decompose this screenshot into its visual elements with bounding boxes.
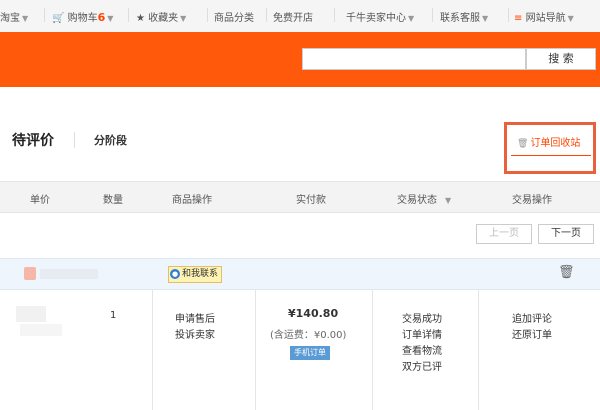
divider	[207, 8, 208, 22]
apply-after-sale-link[interactable]: 申请售后	[175, 310, 215, 325]
seller-center-label: 千牛卖家中心	[346, 13, 406, 24]
column-header-product-action: 商品操作	[172, 195, 212, 206]
cart-count: 6	[97, 11, 106, 24]
contact-label: 和我联系	[182, 269, 219, 279]
restore-order-link[interactable]: 还原订单	[512, 326, 552, 341]
favorites-label: 收藏夹	[148, 13, 179, 24]
column-header-status[interactable]: 交易状态 ▼	[397, 191, 451, 206]
cart-label: 购物车	[67, 13, 98, 24]
column-header-unit-price: 单价	[30, 195, 50, 206]
view-logistics-link[interactable]: 查看物流	[402, 342, 442, 357]
divider	[432, 8, 433, 22]
search-button[interactable]: 搜 索	[526, 48, 596, 70]
taobao-label: 淘宝	[0, 13, 20, 24]
order-freight: (含运费：¥0.00)	[270, 330, 347, 341]
menu-icon: ≡	[514, 13, 523, 24]
customer-service-label: 联系客服	[440, 13, 480, 24]
chevron-down-icon: ▼	[567, 14, 574, 23]
divider	[478, 289, 479, 410]
recycle-bin-label: 订单回收站	[530, 138, 581, 149]
tab-pending-review[interactable]: 待评价	[12, 130, 54, 150]
divider	[152, 289, 153, 410]
top-navigation-bar: 淘宝 ▼ 🛒 购物车6 ▼ ★ 收藏夹 ▼ 商品分类 免费开店 千牛卖家中心 ▼ 联系客…	[0, 0, 600, 33]
review-status-text: 双方已评	[402, 362, 442, 373]
chevron-down-icon: ▼	[22, 14, 29, 23]
star-icon: ★	[136, 13, 145, 24]
taobao-link[interactable]: 淘宝 ▼	[0, 9, 28, 24]
divider	[372, 289, 373, 410]
recycle-bin-underline	[511, 155, 591, 156]
unit-price-blurred	[20, 324, 62, 336]
chevron-down-icon: ▼	[408, 14, 415, 23]
delete-order-trash-icon[interactable]: 🗑	[558, 265, 575, 280]
chevron-down-icon: ▼	[445, 196, 452, 205]
tab-staged[interactable]: 分阶段	[94, 132, 127, 148]
chevron-down-icon: ▼	[180, 14, 187, 23]
status-label: 交易状态	[397, 195, 437, 206]
divider	[255, 289, 256, 410]
recycle-bin-link[interactable]: 🗑 订单回收站	[517, 134, 580, 149]
trash-icon: 🗑	[517, 139, 529, 149]
prev-page-button[interactable]: 上一页	[476, 224, 532, 244]
divider	[266, 8, 267, 22]
divider	[334, 8, 335, 22]
order-quantity: 1	[110, 310, 117, 321]
customer-service-link[interactable]: 联系客服 ▼	[440, 9, 488, 24]
next-page-button[interactable]: 下一页	[538, 224, 594, 244]
shop-icon	[24, 267, 36, 280]
recycle-bin-highlight: 🗑 订单回收站	[504, 122, 596, 174]
cart-icon: 🛒	[52, 13, 65, 24]
order-price: ¥140.80	[288, 307, 339, 320]
table-header: 单价 数量 商品操作 实付款 交易状态 ▼ 交易操作	[0, 181, 600, 213]
trade-status-text: 交易成功	[402, 314, 442, 325]
site-nav-label: 网站导航	[525, 13, 566, 24]
shop-name-blurred	[40, 269, 98, 279]
mobile-order-badge: 手机订单	[290, 346, 330, 360]
add-review-link[interactable]: 追加评论	[512, 310, 552, 325]
favorites-link[interactable]: ★ 收藏夹 ▼	[136, 9, 186, 24]
cart-link[interactable]: 🛒 购物车6 ▼	[52, 9, 113, 24]
seller-center-link[interactable]: 千牛卖家中心 ▼	[346, 9, 414, 24]
order-shop-bar: ● 和我联系 🗑	[0, 258, 600, 290]
search-input[interactable]	[302, 48, 526, 70]
site-nav-link[interactable]: ≡ 网站导航 ▼	[514, 9, 574, 24]
column-header-quantity: 数量	[103, 195, 123, 206]
open-shop-link[interactable]: 免费开店	[273, 9, 313, 24]
categories-link[interactable]: 商品分类	[214, 9, 254, 24]
chevron-down-icon: ▼	[107, 14, 114, 23]
column-header-trade-action: 交易操作	[512, 195, 552, 206]
chat-icon: ●	[170, 268, 180, 279]
contact-seller-button[interactable]: ● 和我联系	[168, 266, 223, 283]
column-header-paid: 实付款	[296, 195, 326, 206]
product-thumbnail-blurred	[16, 306, 46, 322]
order-detail-link[interactable]: 订单详情	[402, 326, 442, 341]
divider	[74, 132, 75, 148]
chevron-down-icon: ▼	[482, 14, 489, 23]
divider	[508, 8, 509, 22]
divider	[128, 8, 129, 22]
divider	[44, 8, 45, 22]
complain-seller-link[interactable]: 投诉卖家	[175, 326, 215, 341]
